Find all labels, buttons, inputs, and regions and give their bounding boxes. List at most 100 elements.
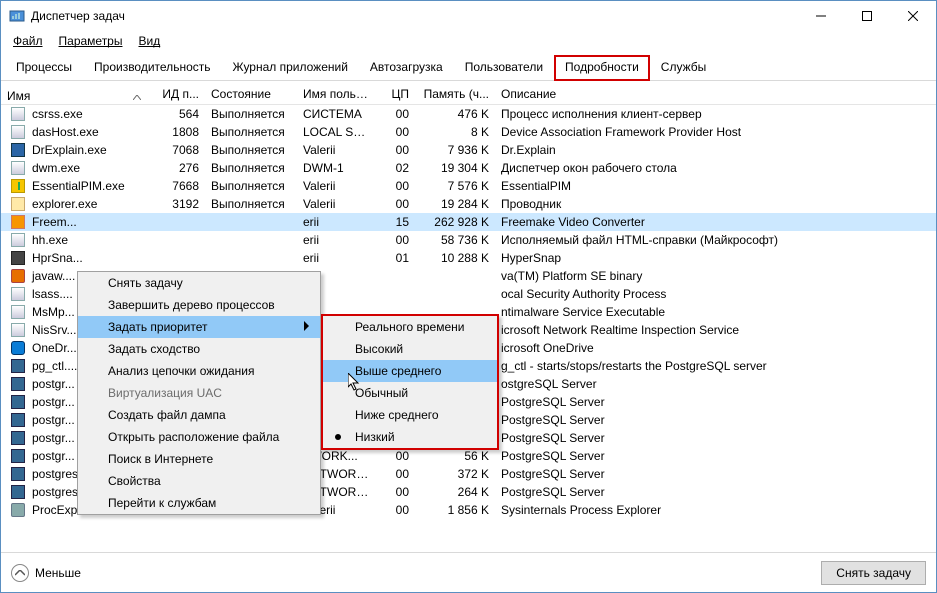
cell-pid: 1808 — [147, 125, 205, 139]
col-status[interactable]: Состояние — [205, 87, 297, 104]
cell-memory: 19 284 K — [415, 197, 495, 211]
col-memory[interactable]: Память (ч... — [415, 87, 495, 104]
priority-menu-item[interactable]: Реального времени — [323, 316, 497, 338]
process-name: postgr... — [32, 449, 75, 463]
context-menu-item[interactable]: Анализ цепочки ожидания — [78, 360, 320, 382]
footer: Меньше Снять задачу — [1, 552, 936, 592]
cell-pid: 3192 — [147, 197, 205, 211]
cell-description: Device Association Framework Provider Ho… — [495, 125, 936, 139]
priority-menu-item[interactable]: Обычный — [323, 382, 497, 404]
col-pid[interactable]: ИД п... — [147, 87, 205, 104]
cell-description: Проводник — [495, 197, 936, 211]
cell-memory: 1 856 K — [415, 503, 495, 517]
fewer-details-button[interactable]: Меньше — [11, 564, 81, 582]
process-icon — [10, 430, 26, 446]
table-row[interactable]: Freem...erii15262 928 KFreemake Video Co… — [1, 213, 936, 231]
cell-user: erii — [297, 233, 375, 247]
priority-menu-item[interactable]: Низкий — [323, 426, 497, 448]
cell-description: Процесс исполнения клиент-сервер — [495, 107, 936, 121]
tab-processes[interactable]: Процессы — [5, 55, 83, 81]
cell-cpu: 00 — [375, 503, 415, 517]
tab-performance[interactable]: Производительность — [83, 55, 221, 81]
table-row[interactable]: DrExplain.exe7068ВыполняетсяValerii007 9… — [1, 141, 936, 159]
cell-cpu: 00 — [375, 143, 415, 157]
menu-options[interactable]: Параметры — [51, 32, 131, 50]
cell-description: Freemake Video Converter — [495, 215, 936, 229]
process-icon — [10, 304, 26, 320]
table-row[interactable]: csrss.exe564ВыполняетсяСИСТЕМА00476 KПро… — [1, 105, 936, 123]
table-row[interactable]: hh.exeerii0058 736 KИсполняемый файл HTM… — [1, 231, 936, 249]
table-row[interactable]: EssentialPIM.exe7668ВыполняетсяValerii00… — [1, 177, 936, 195]
cell-status: Выполняется — [205, 161, 297, 175]
col-cpu[interactable]: ЦП — [375, 87, 415, 104]
cell-memory: 10 288 K — [415, 251, 495, 265]
cell-status: Выполняется — [205, 179, 297, 193]
cell-memory: 262 928 K — [415, 215, 495, 229]
cell-description: ostgreSQL Server — [495, 377, 936, 391]
col-user[interactable]: Имя польз... — [297, 87, 375, 104]
process-name: EssentialPIM.exe — [32, 179, 125, 193]
close-button[interactable] — [890, 1, 936, 31]
cell-description: ntimalware Service Executable — [495, 305, 936, 319]
cell-description: HyperSnap — [495, 251, 936, 265]
context-menu-item[interactable]: Открыть расположение файла — [78, 426, 320, 448]
process-name: javaw.... — [32, 269, 75, 283]
cell-description: Dr.Explain — [495, 143, 936, 157]
cell-memory: 264 K — [415, 485, 495, 499]
col-description[interactable]: Описание — [495, 87, 918, 104]
end-task-button[interactable]: Снять задачу — [821, 561, 926, 585]
process-name: dwm.exe — [32, 161, 80, 175]
tab-users[interactable]: Пользователи — [454, 55, 554, 81]
cell-user: DWM-1 — [297, 161, 375, 175]
cell-description: PostgreSQL Server — [495, 395, 936, 409]
context-menu-item[interactable]: Создать файл дампа — [78, 404, 320, 426]
process-icon — [10, 394, 26, 410]
process-name: csrss.exe — [32, 107, 83, 121]
priority-menu-item[interactable]: Выше среднего — [323, 360, 497, 382]
cell-cpu: 00 — [375, 179, 415, 193]
context-menu-item[interactable]: Задать сходство — [78, 338, 320, 360]
tab-details[interactable]: Подробности — [554, 55, 650, 81]
tab-app-history[interactable]: Журнал приложений — [222, 55, 359, 81]
context-menu-item[interactable]: Перейти к службам — [78, 492, 320, 514]
process-icon — [10, 412, 26, 428]
cell-pid: 564 — [147, 107, 205, 121]
submenu-arrow-icon — [304, 320, 310, 334]
context-menu-item[interactable]: Поиск в Интернете — [78, 448, 320, 470]
minimize-button[interactable] — [798, 1, 844, 31]
priority-menu-label: Низкий — [355, 430, 395, 444]
cell-description: icrosoft OneDrive — [495, 341, 936, 355]
cell-memory: 7 576 K — [415, 179, 495, 193]
process-name: HprSna... — [32, 251, 83, 265]
priority-menu-item[interactable]: Высокий — [323, 338, 497, 360]
table-row[interactable]: HprSna...erii0110 288 KHyperSnap — [1, 249, 936, 267]
table-row[interactable]: dasHost.exe1808ВыполняетсяLOCAL SE...008… — [1, 123, 936, 141]
cell-description: ocal Security Authority Process — [495, 287, 936, 301]
menu-file[interactable]: Файл — [5, 32, 51, 50]
process-icon — [10, 196, 26, 212]
priority-menu-item[interactable]: Ниже среднего — [323, 404, 497, 426]
tab-services[interactable]: Службы — [650, 55, 717, 81]
maximize-button[interactable] — [844, 1, 890, 31]
process-name: OneDr... — [32, 341, 77, 355]
process-icon — [10, 250, 26, 266]
tab-startup[interactable]: Автозагрузка — [359, 55, 454, 81]
context-menu-item[interactable]: Свойства — [78, 470, 320, 492]
priority-menu-label: Реального времени — [355, 320, 464, 334]
context-menu-item[interactable]: Задать приоритет — [78, 316, 320, 338]
cell-pid: 276 — [147, 161, 205, 175]
context-menu-item[interactable]: Снять задачу — [78, 272, 320, 294]
process-name: explorer.exe — [32, 197, 97, 211]
cell-user: Valerii — [297, 197, 375, 211]
process-icon — [10, 232, 26, 248]
table-row[interactable]: dwm.exe276ВыполняетсяDWM-10219 304 KДисп… — [1, 159, 936, 177]
context-menu-item[interactable]: Завершить дерево процессов — [78, 294, 320, 316]
table-row[interactable]: explorer.exe3192ВыполняетсяValerii0019 2… — [1, 195, 936, 213]
priority-menu-label: Высокий — [355, 342, 403, 356]
cell-user: LOCAL SE... — [297, 125, 375, 139]
menu-view[interactable]: Вид — [130, 32, 168, 50]
process-name: MsMp... — [32, 305, 75, 319]
col-name[interactable]: Имя — [1, 87, 147, 104]
process-icon — [10, 160, 26, 176]
cell-memory: 8 K — [415, 125, 495, 139]
